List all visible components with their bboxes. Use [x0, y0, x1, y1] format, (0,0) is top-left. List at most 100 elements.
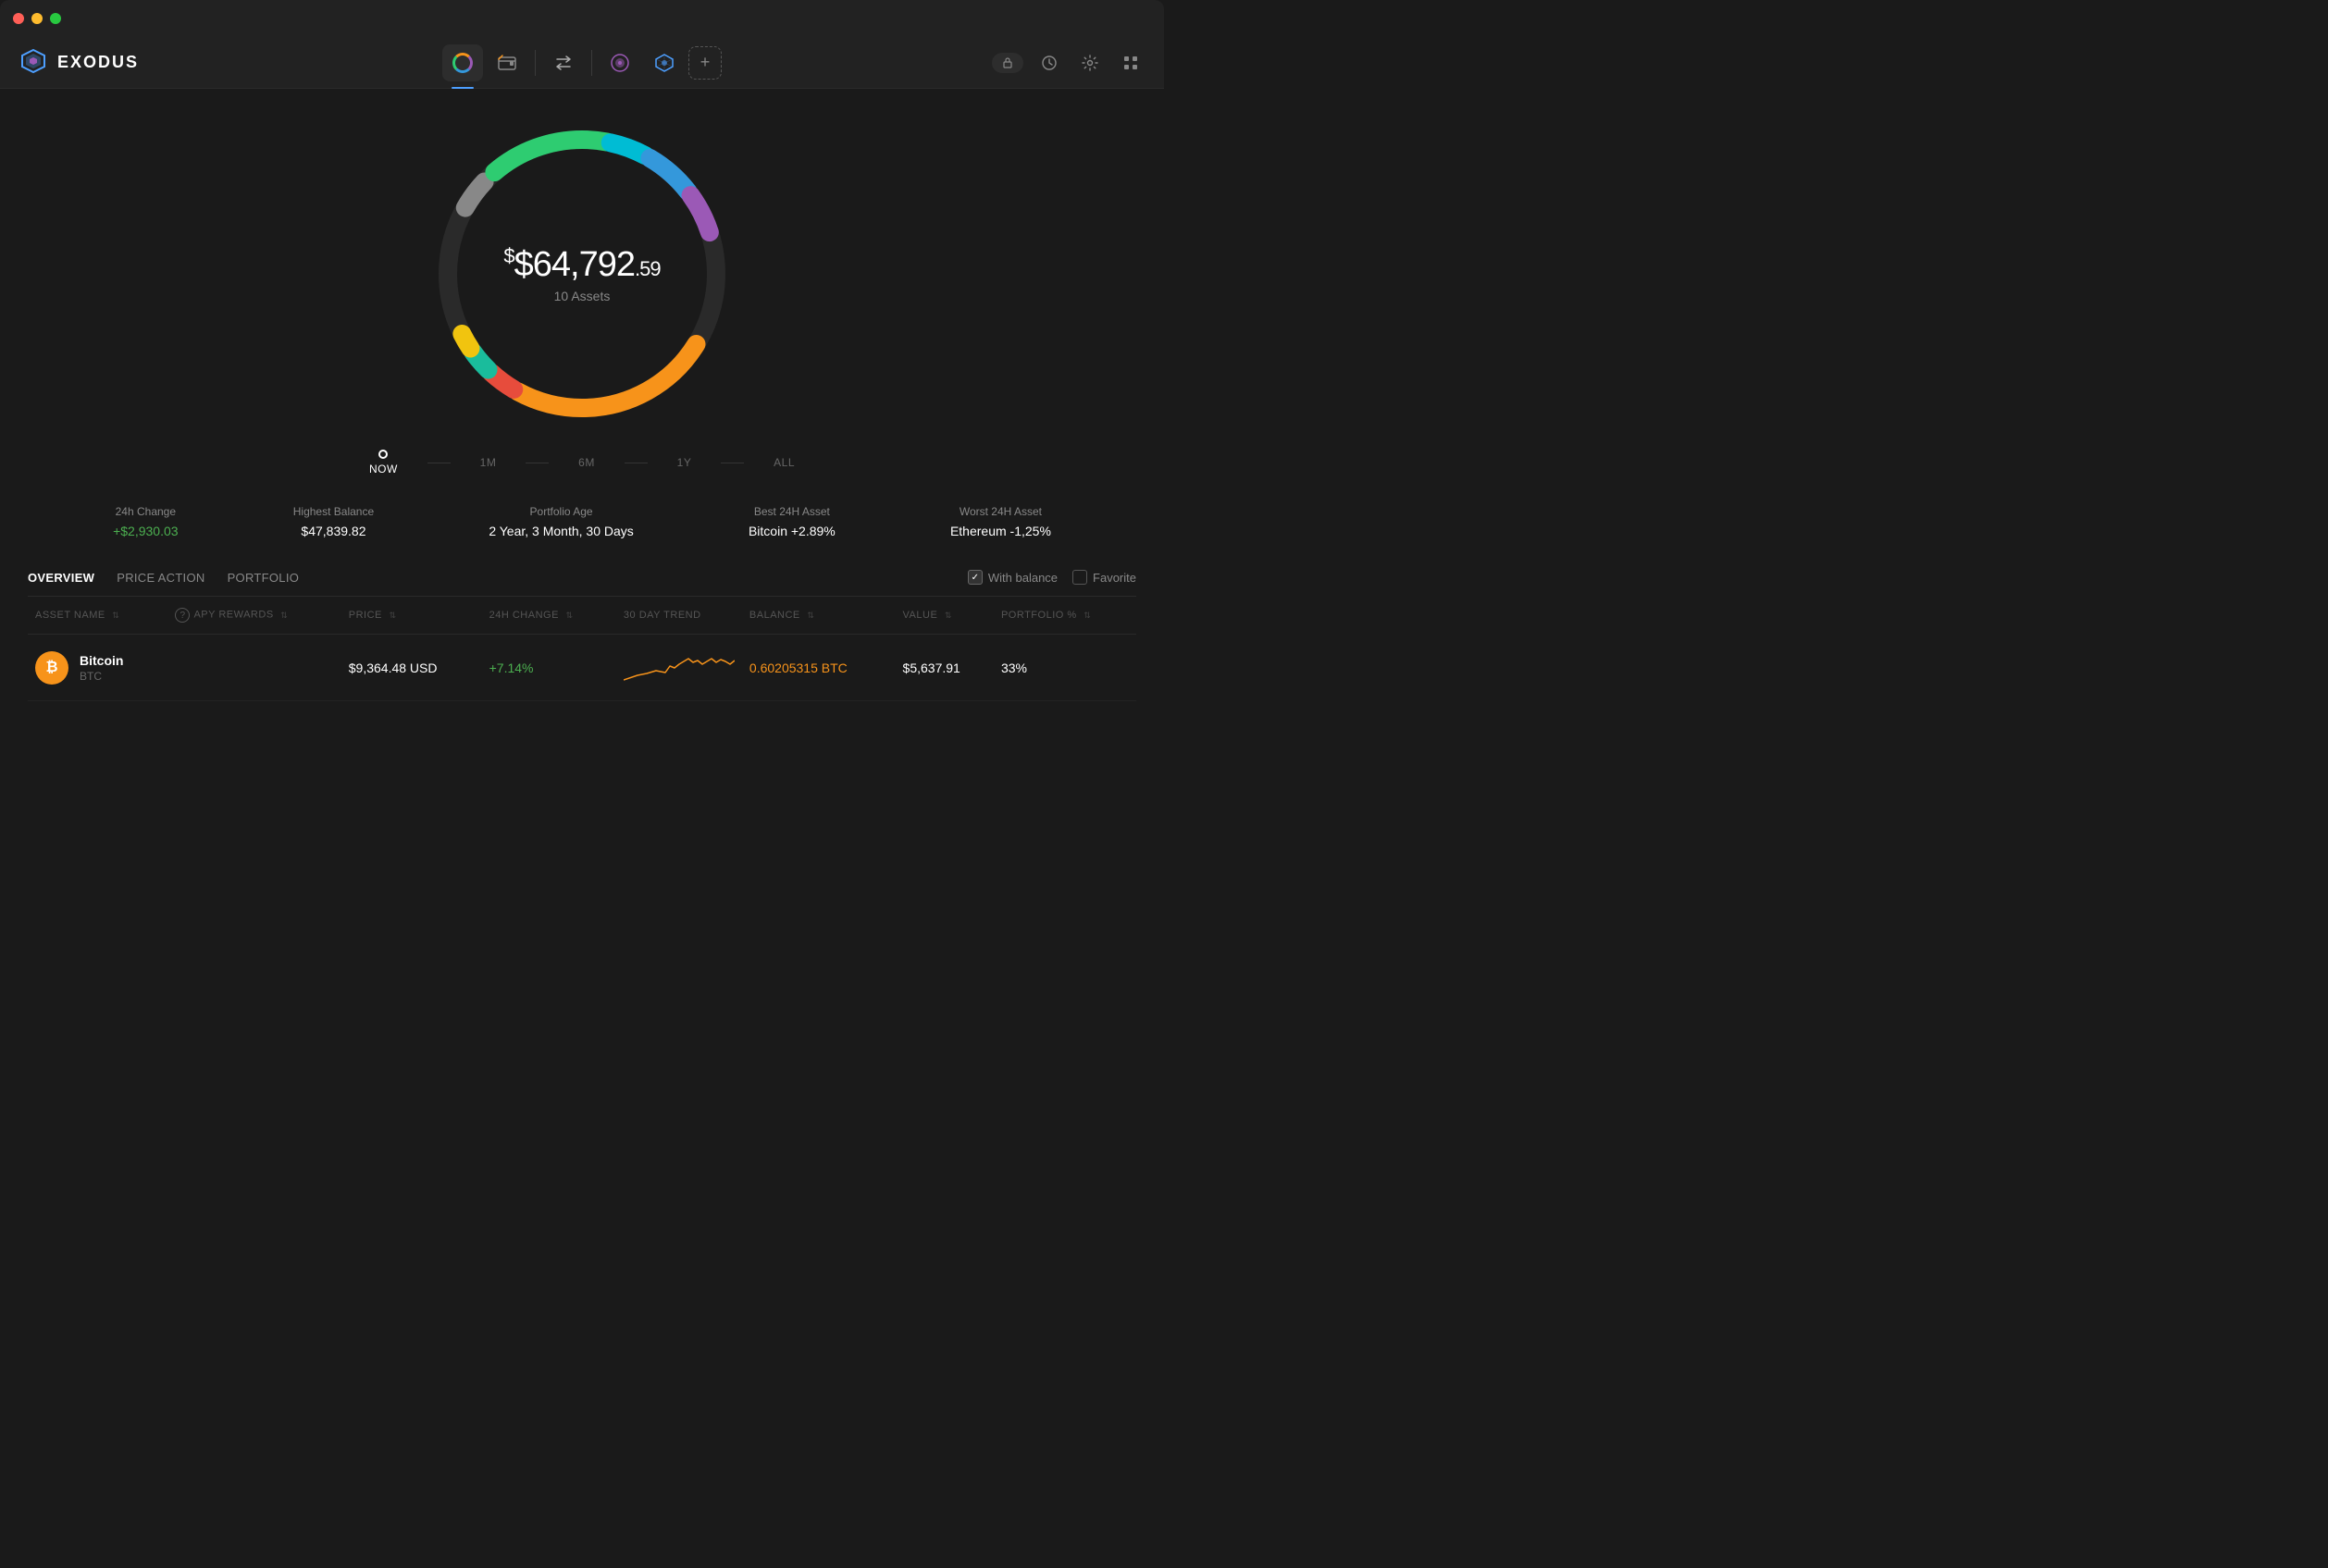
stat-worst-value: Ethereum -1,25%	[950, 524, 1051, 538]
navbar: EXODUS	[0, 37, 1164, 89]
logo-text: EXODUS	[57, 53, 139, 72]
timeline: NOW 1M 6M 1Y ALL	[351, 450, 813, 475]
filter-with-balance[interactable]: ✓ With balance	[968, 570, 1058, 585]
timeline-now-label: NOW	[369, 463, 398, 475]
close-button[interactable]	[13, 13, 24, 24]
timeline-1m-label: 1M	[480, 456, 497, 469]
lock-toggle[interactable]	[992, 53, 1023, 73]
asset-name: Bitcoin	[80, 653, 123, 668]
timeline-all-label: ALL	[774, 456, 795, 469]
table-filters: ✓ With balance Favorite	[968, 570, 1136, 585]
nav-divider	[535, 50, 536, 76]
timeline-1y[interactable]: 1Y	[677, 456, 692, 469]
favorite-label: Favorite	[1093, 571, 1136, 585]
stat-24h-label: 24h Change	[113, 505, 178, 518]
sort-portfolio: ⇅	[1084, 611, 1091, 621]
filter-favorite[interactable]: Favorite	[1072, 570, 1136, 585]
header-24h[interactable]: 24H CHANGE ⇅	[482, 597, 616, 635]
table-tabs: OVERVIEW PRICE ACTION PORTFOLIO ✓ With b…	[28, 570, 1136, 597]
table-row: ₿ Bitcoin BTC $9,364.48 USD +7.14%	[28, 635, 1136, 701]
nav-divider-2	[591, 50, 592, 76]
asset-symbol: BTC	[80, 670, 102, 683]
main-content: $$64,792.59 10 Assets NOW 1M 6M 1Y	[0, 89, 1164, 784]
exchange-icon	[553, 53, 574, 73]
stat-highest-value: $47,839.82	[293, 524, 374, 538]
stat-portfolio-age: Portfolio Age 2 Year, 3 Month, 30 Days	[489, 505, 633, 538]
tab-price-action[interactable]: PRICE ACTION	[117, 571, 204, 585]
header-price[interactable]: PRICE ⇅	[341, 597, 482, 635]
table-section: OVERVIEW PRICE ACTION PORTFOLIO ✓ With b…	[0, 570, 1164, 701]
stat-best-asset: Best 24H Asset Bitcoin +2.89%	[749, 505, 836, 538]
tab-overview[interactable]: OVERVIEW	[28, 571, 94, 585]
timeline-6m-label: 6M	[578, 456, 595, 469]
change-value: +7.14%	[489, 661, 534, 675]
stat-highest-balance: Highest Balance $47,839.82	[293, 505, 374, 538]
portfolio-icon	[452, 53, 473, 73]
header-asset-name[interactable]: ASSET NAME ⇅	[28, 597, 167, 635]
stat-best-label: Best 24H Asset	[749, 505, 836, 518]
header-balance[interactable]: BALANCE ⇅	[742, 597, 896, 635]
timeline-now-dot	[378, 450, 388, 459]
asset-name-cell: ₿ Bitcoin BTC	[28, 635, 167, 701]
asset-table: ASSET NAME ⇅ ?APY REWARDS ⇅ PRICE ⇅ 24H …	[28, 597, 1136, 701]
exodus-logo-icon	[19, 48, 48, 78]
stat-age-label: Portfolio Age	[489, 505, 633, 518]
stat-worst-label: Worst 24H Asset	[950, 505, 1051, 518]
with-balance-label: With balance	[988, 571, 1058, 585]
sort-24h: ⇅	[565, 611, 573, 621]
nav-tab-exchange[interactable]	[543, 44, 584, 81]
sparkline-cell	[616, 635, 742, 701]
donut-center: $$64,792.59 10 Assets	[503, 244, 660, 303]
timeline-1m[interactable]: 1M	[480, 456, 497, 469]
timeline-6m[interactable]: 6M	[578, 456, 595, 469]
value-cell: $5,637.91	[896, 635, 994, 701]
stat-best-value: Bitcoin +2.89%	[749, 524, 836, 538]
history-icon-button[interactable]	[1034, 48, 1064, 78]
history-icon	[1041, 55, 1058, 71]
nav-tab-nft[interactable]	[600, 44, 640, 81]
add-tab-button[interactable]: +	[688, 46, 722, 80]
grid-icon	[1122, 55, 1139, 71]
nav-tab-web3[interactable]	[644, 44, 685, 81]
timeline-all[interactable]: ALL	[774, 456, 795, 469]
donut-chart: $$64,792.59 10 Assets	[415, 107, 749, 440]
nav-tab-portfolio[interactable]	[442, 44, 483, 81]
settings-icon	[1082, 55, 1098, 71]
portfolio-value: $$64,792.59	[503, 244, 660, 285]
price-cell: $9,364.48 USD	[341, 635, 482, 701]
tab-portfolio[interactable]: PORTFOLIO	[228, 571, 300, 585]
stat-worst-asset: Worst 24H Asset Ethereum -1,25%	[950, 505, 1051, 538]
stat-age-value: 2 Year, 3 Month, 30 Days	[489, 524, 633, 538]
portfolio-pct-cell: 33%	[994, 635, 1136, 701]
sort-balance: ⇅	[807, 611, 814, 621]
nav-tab-wallet[interactable]	[487, 44, 527, 81]
header-apy[interactable]: ?APY REWARDS ⇅	[167, 597, 341, 635]
table-header: ASSET NAME ⇅ ?APY REWARDS ⇅ PRICE ⇅ 24H …	[28, 597, 1136, 635]
table-body: ₿ Bitcoin BTC $9,364.48 USD +7.14%	[28, 635, 1136, 701]
timeline-now[interactable]: NOW	[369, 450, 398, 475]
with-balance-checkbox[interactable]: ✓	[968, 570, 983, 585]
settings-icon-button[interactable]	[1075, 48, 1105, 78]
timeline-1y-label: 1Y	[677, 456, 692, 469]
nav-right	[864, 48, 1146, 78]
stat-24h-value: +$2,930.03	[113, 524, 178, 538]
stats-bar: 24h Change +$2,930.03 Highest Balance $4…	[0, 483, 1164, 561]
lock-icon	[1001, 56, 1014, 69]
maximize-button[interactable]	[50, 13, 61, 24]
sort-apy: ⇅	[280, 611, 288, 621]
apy-help-icon[interactable]: ?	[175, 608, 190, 623]
sort-asset-name: ⇅	[112, 611, 119, 621]
nav-center: +	[301, 44, 864, 81]
asset-name-text: Bitcoin BTC	[80, 653, 123, 683]
favorite-checkbox[interactable]	[1072, 570, 1087, 585]
header-portfolio[interactable]: PORTFOLIO % ⇅	[994, 597, 1136, 635]
wallet-icon	[497, 53, 517, 73]
web3-icon	[654, 53, 675, 73]
minimize-button[interactable]	[31, 13, 43, 24]
grid-icon-button[interactable]	[1116, 48, 1145, 78]
header-value[interactable]: VALUE ⇅	[896, 597, 994, 635]
sort-price: ⇅	[389, 611, 396, 621]
nft-icon	[610, 53, 630, 73]
sort-value: ⇅	[945, 611, 952, 621]
chart-section: $$64,792.59 10 Assets NOW 1M 6M 1Y	[0, 89, 1164, 561]
